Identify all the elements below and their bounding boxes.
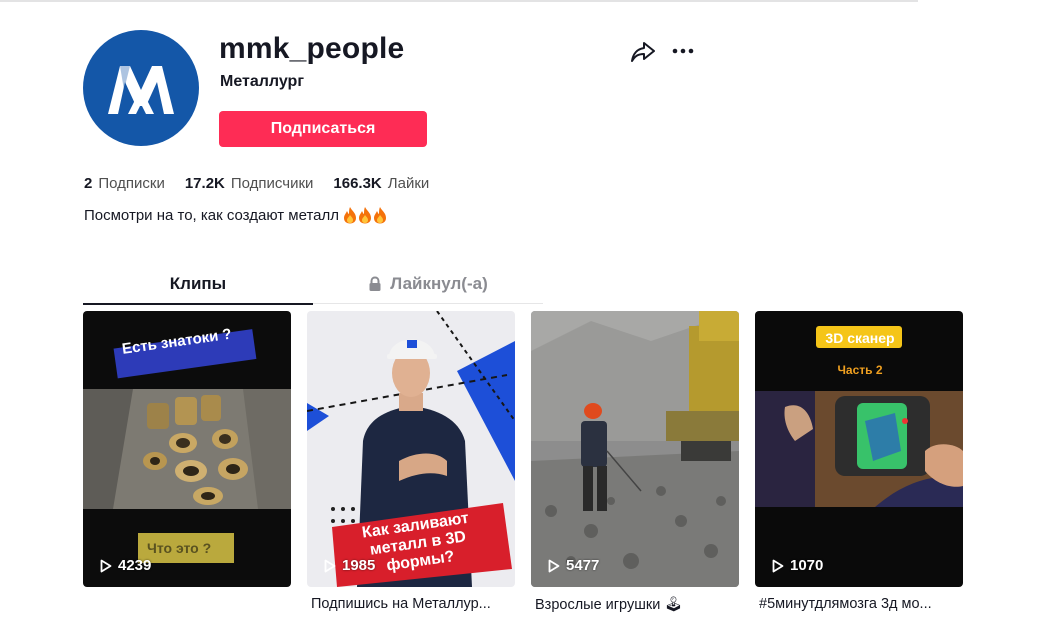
follow-button[interactable]: Подписаться (219, 111, 427, 147)
tab-liked-label: Лайкнул(-а) (390, 273, 488, 293)
video-1-overlay-bottom: Что это ? (147, 540, 212, 556)
fire-icon (374, 207, 386, 224)
profile-username: mmk_people (219, 32, 405, 65)
stat-following-label: Подписки (98, 175, 165, 192)
video-1-views: 4239 (100, 557, 151, 574)
video-2-views-count: 1985 (342, 557, 376, 574)
stat-followers-value: 17.2K (184, 175, 225, 192)
stat-followers-label: Подписчики (230, 175, 314, 192)
video-thumbnail-2[interactable]: Как заливают металл в 3D формы? 1985 (307, 311, 515, 587)
stat-following-value: 2 (84, 175, 93, 192)
video-4-image (755, 311, 963, 587)
profile-nickname: Металлург (220, 73, 304, 90)
play-icon (324, 559, 336, 572)
video-3-views: 5477 (548, 557, 599, 574)
bio-text: Посмотри на то, как создают металл (84, 206, 339, 224)
profile-stats: 2 Подписки 17.2K Подписчики 166.3K Лайки (84, 175, 449, 192)
share-icon[interactable] (630, 40, 656, 64)
fire-emoji-group (343, 206, 388, 224)
stat-likes-value: 166.3K (333, 175, 382, 192)
profile-tabs: Клипы Лайкнул(-а) (83, 264, 543, 305)
top-divider (0, 0, 918, 2)
video-3-image (531, 311, 739, 587)
lock-icon (369, 275, 381, 291)
video-4-caption[interactable]: #5минутдлямозга 3д мо... (759, 596, 967, 612)
tab-clips-label: Клипы (169, 273, 227, 293)
avatar[interactable] (83, 30, 199, 146)
stat-following[interactable]: 2 Подписки (84, 175, 165, 192)
fire-icon (344, 207, 356, 224)
stat-followers[interactable]: 17.2K Подписчики (185, 175, 314, 192)
video-4-overlay-sub: Часть 2 (837, 363, 883, 377)
tab-clips[interactable]: Клипы (83, 264, 313, 305)
video-2-views: 1985 (324, 557, 375, 574)
video-4-views: 1070 (772, 557, 823, 574)
stat-likes-label: Лайки (387, 175, 430, 192)
play-icon (548, 559, 560, 572)
video-3-caption[interactable]: Взрослые игрушки 🕹 (535, 596, 743, 613)
video-4-views-count: 1070 (790, 557, 824, 574)
play-icon (772, 559, 784, 572)
video-thumbnail-4[interactable]: 3D сканер Часть 2 1070 (755, 311, 963, 587)
tab-liked[interactable]: Лайкнул(-а) (313, 264, 543, 303)
video-thumbnail-3[interactable]: 5477 (531, 311, 739, 587)
video-thumbnail-1[interactable]: Есть знатоки ? Что это ? 4239 (83, 311, 291, 587)
stat-likes: 166.3K Лайки (333, 175, 429, 192)
play-icon (100, 559, 112, 572)
fire-icon (359, 207, 371, 224)
video-1-views-count: 4239 (118, 557, 152, 574)
video-4-overlay-top: 3D сканер (825, 330, 895, 346)
profile-bio: Посмотри на то, как создают металл (84, 206, 388, 224)
mmk-logo-icon (108, 66, 174, 114)
video-2-caption[interactable]: Подпишись на Металлур... (311, 596, 519, 612)
video-3-views-count: 5477 (566, 557, 600, 574)
more-options-icon[interactable] (671, 43, 695, 59)
